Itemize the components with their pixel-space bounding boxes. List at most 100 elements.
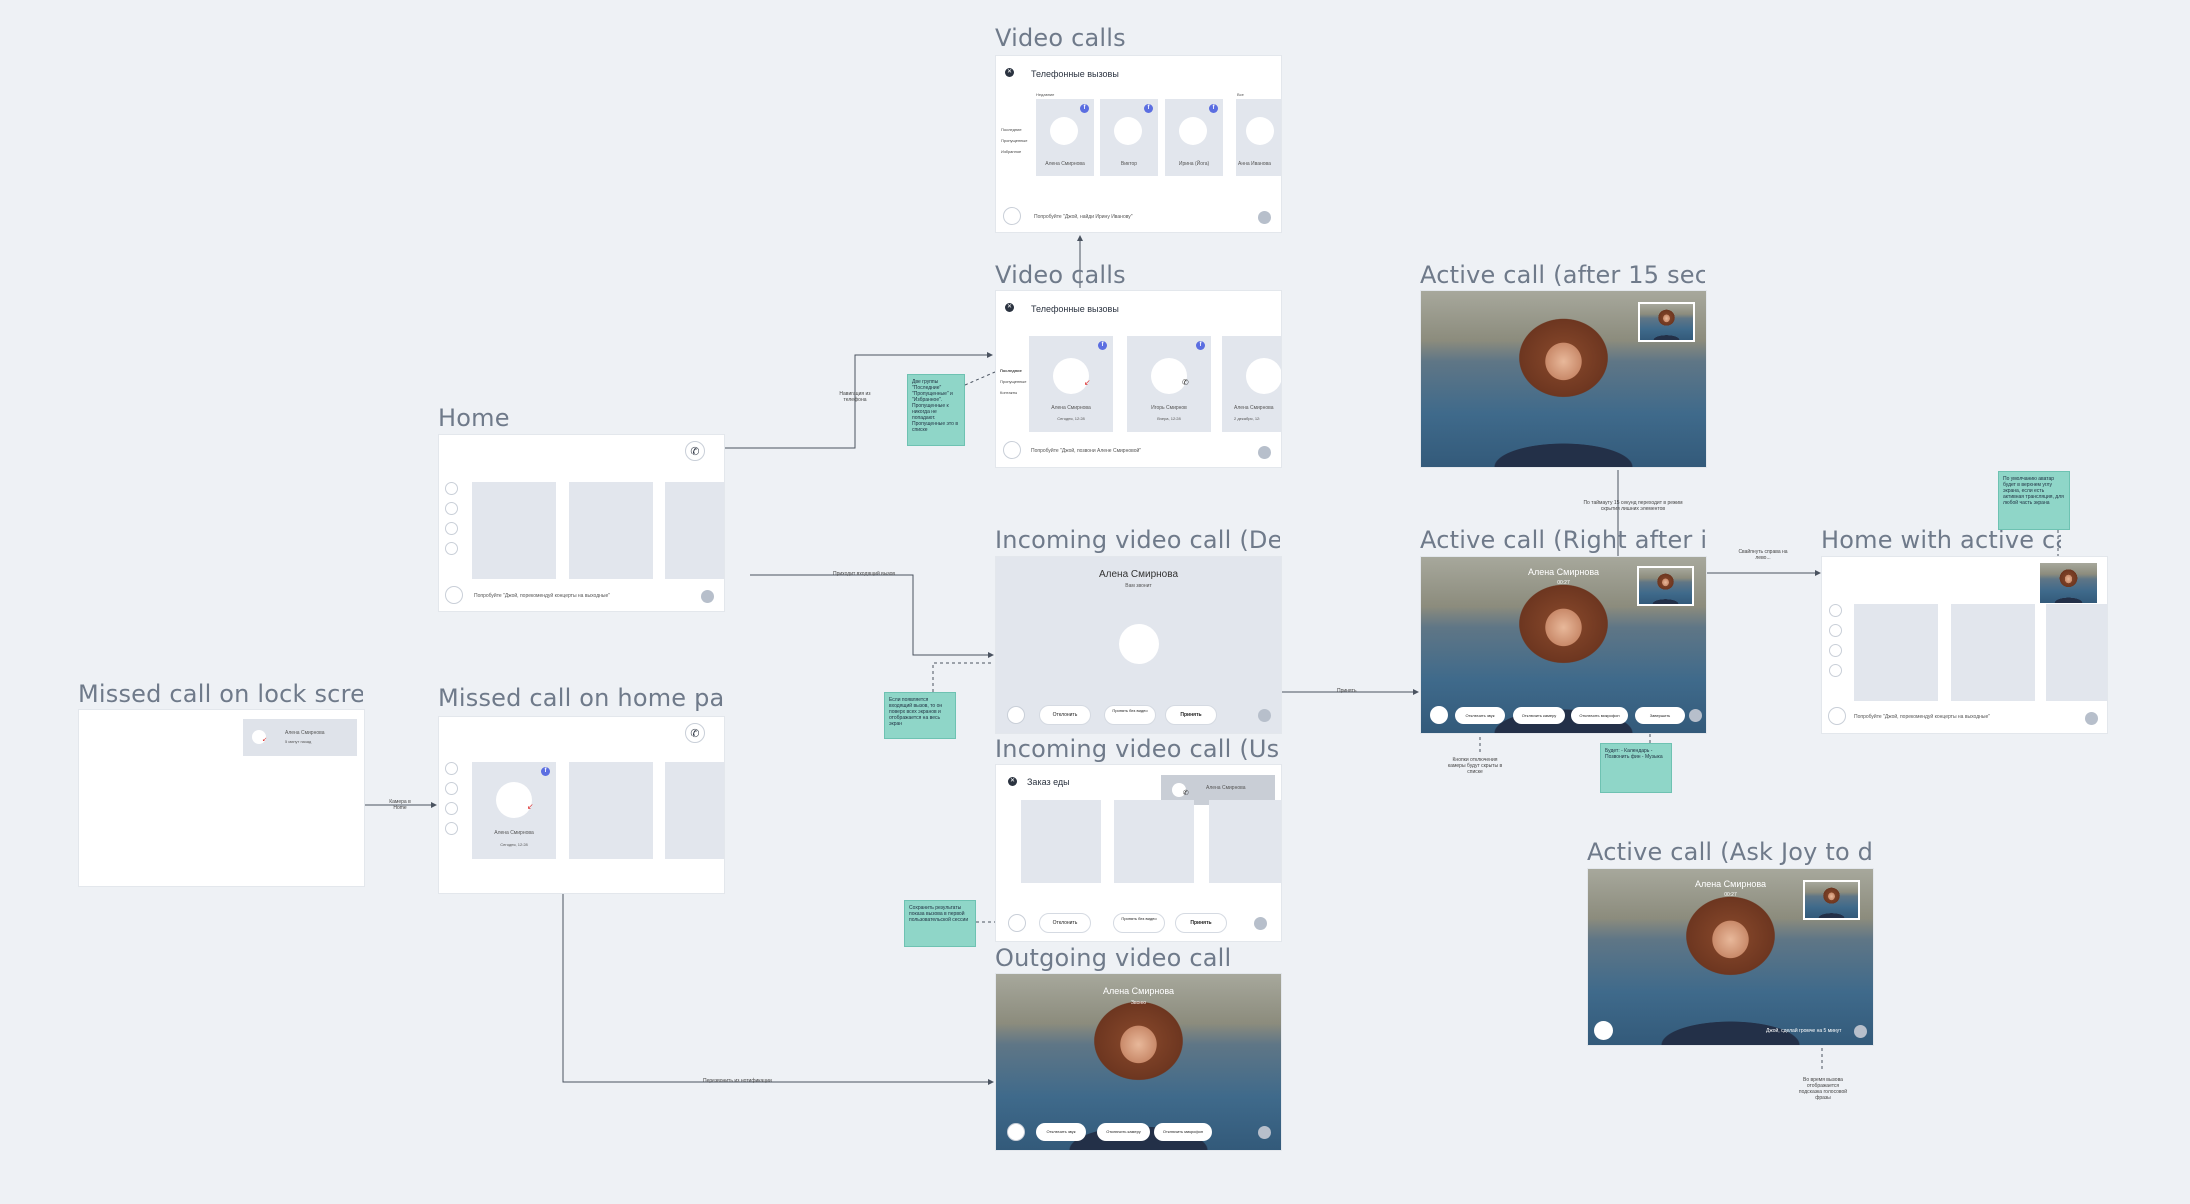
side-item[interactable]: Контакты bbox=[1000, 387, 1026, 398]
missed-call-notification[interactable]: ↙ Алена Смирнова 5 минут назад bbox=[243, 719, 357, 756]
content-tile[interactable] bbox=[1854, 604, 1938, 701]
recent-call-card[interactable]: Алена Смирнова 2 декабря, 12: bbox=[1222, 336, 1281, 432]
content-tile[interactable] bbox=[2046, 604, 2107, 701]
mic-icon[interactable] bbox=[1828, 707, 1846, 725]
side-dot[interactable] bbox=[1829, 604, 1842, 617]
side-dot[interactable] bbox=[445, 762, 458, 775]
edge-label-home-to-calls: Навигация из телефона bbox=[839, 391, 871, 403]
accept-button[interactable]: Принять bbox=[1175, 913, 1227, 933]
user-avatar[interactable] bbox=[701, 590, 714, 603]
user-avatar[interactable] bbox=[1258, 1126, 1271, 1139]
side-dot[interactable] bbox=[1829, 624, 1842, 637]
side-item[interactable]: Пропущенные bbox=[1000, 376, 1026, 387]
close-icon[interactable]: ✕ bbox=[1008, 777, 1017, 786]
user-avatar[interactable] bbox=[1854, 1025, 1867, 1038]
mic-icon[interactable] bbox=[1594, 1021, 1613, 1040]
voice-hint: Попробуйте "Джой, позвони Алене Смирново… bbox=[1031, 448, 1142, 454]
call-time: Вчера, 12:28 bbox=[1157, 416, 1181, 421]
mic-icon[interactable] bbox=[1007, 1123, 1025, 1141]
missed-home-frame: ✆ f ↙ Алена Смирнова Сегодня, 12:28 bbox=[438, 716, 725, 894]
side-dot[interactable] bbox=[445, 482, 458, 495]
missed-call-icon: ↙ bbox=[262, 737, 268, 743]
user-avatar[interactable] bbox=[1258, 709, 1271, 722]
side-dot[interactable] bbox=[445, 522, 458, 535]
mute-button[interactable]: Отключить звук bbox=[1455, 707, 1505, 724]
mic-off-button[interactable]: Отключить микрофон bbox=[1154, 1123, 1212, 1141]
edge-label-joy-below: Во время вызова отображается подсказка г… bbox=[1798, 1077, 1848, 1101]
phone-icon[interactable]: ✆ bbox=[685, 723, 705, 743]
mic-icon[interactable] bbox=[445, 586, 463, 604]
note-link-2 bbox=[932, 662, 993, 692]
close-icon[interactable]: ✕ bbox=[1005, 68, 1014, 77]
caller-name: Алена Смирнова bbox=[285, 730, 325, 736]
side-item[interactable]: Пропущенные bbox=[1001, 135, 1027, 146]
accept-button[interactable]: Принять bbox=[1165, 705, 1217, 725]
phone-icon[interactable]: ✆ bbox=[685, 441, 705, 461]
side-dot[interactable] bbox=[445, 502, 458, 515]
content-tile[interactable] bbox=[665, 762, 724, 859]
contact-card[interactable]: f Виктор bbox=[1100, 99, 1158, 176]
user-avatar[interactable] bbox=[1258, 446, 1271, 459]
user-avatar[interactable] bbox=[2085, 712, 2098, 725]
decline-button[interactable]: Отклонить bbox=[1039, 913, 1091, 933]
mic-icon[interactable] bbox=[1003, 441, 1021, 459]
content-tile[interactable] bbox=[569, 482, 653, 579]
content-tile[interactable] bbox=[1951, 604, 2035, 701]
user-avatar[interactable] bbox=[1258, 211, 1271, 224]
missed-call-card[interactable]: f ↙ Алена Смирнова Сегодня, 12:28 bbox=[472, 762, 556, 859]
content-tile[interactable] bbox=[1209, 800, 1281, 883]
self-view-pip[interactable] bbox=[1638, 302, 1695, 342]
decline-button[interactable]: Отклонить bbox=[1039, 705, 1091, 725]
camera-off-button[interactable]: Отключить камеру bbox=[1097, 1123, 1150, 1141]
content-tile[interactable] bbox=[472, 482, 556, 579]
side-dot[interactable] bbox=[445, 802, 458, 815]
self-view-pip[interactable] bbox=[1637, 566, 1694, 606]
side-item[interactable]: Последние bbox=[1000, 365, 1026, 376]
active-call-pip[interactable] bbox=[2040, 563, 2097, 603]
facebook-icon: f bbox=[1080, 104, 1089, 113]
frame-title-active-right: Active call (Right after ini bbox=[1420, 526, 1705, 554]
side-item[interactable]: Избранное bbox=[1001, 146, 1027, 157]
content-tile[interactable] bbox=[569, 762, 653, 859]
contact-card[interactable]: f Алена Смирнова bbox=[1036, 99, 1094, 176]
end-call-button[interactable]: Завершить bbox=[1635, 707, 1685, 724]
accept-audio-button[interactable]: Принять без видео bbox=[1104, 705, 1156, 725]
mic-icon[interactable] bbox=[1003, 207, 1021, 225]
mic-icon[interactable] bbox=[1430, 706, 1448, 724]
self-view-pip[interactable] bbox=[1803, 880, 1860, 920]
close-icon[interactable]: ✕ bbox=[1005, 303, 1014, 312]
caller-name: Алена Смирнова bbox=[1098, 569, 1179, 580]
mute-button[interactable]: Отключить звук bbox=[1036, 1123, 1086, 1141]
accept-audio-button[interactable]: Принять без видео bbox=[1113, 913, 1165, 933]
side-dot[interactable] bbox=[445, 822, 458, 835]
active-joy-frame: Алена Смирнова 00:27 Джой, сделай громче… bbox=[1587, 868, 1874, 1046]
side-dot[interactable] bbox=[1829, 664, 1842, 677]
avatar bbox=[1053, 358, 1089, 394]
content-tile[interactable] bbox=[665, 482, 724, 579]
frame-title-missed-home: Missed call on home page bbox=[438, 684, 723, 712]
mic-icon[interactable] bbox=[1007, 706, 1025, 724]
side-item[interactable]: Последние bbox=[1001, 124, 1027, 135]
side-dot[interactable] bbox=[445, 542, 458, 555]
video-calls-top-frame: ✕ Телефонные вызовы Недавние Все Последн… bbox=[995, 55, 1282, 233]
call-status: Звоню bbox=[1131, 1000, 1146, 1006]
phone-icon: ✆ bbox=[1182, 378, 1189, 387]
contact-card[interactable]: Анна Иванова bbox=[1236, 99, 1281, 176]
content-tile[interactable] bbox=[1021, 800, 1101, 883]
incoming-device-frame: Алена Смирнова Вам звонит Отклонить Прин… bbox=[995, 556, 1282, 734]
user-avatar[interactable] bbox=[1689, 709, 1702, 722]
recent-call-card[interactable]: f ↙ Алена Смирнова Сегодня, 12:28 bbox=[1029, 336, 1113, 432]
missed-time: 5 минут назад bbox=[285, 739, 312, 744]
side-dot[interactable] bbox=[1829, 644, 1842, 657]
side-dot[interactable] bbox=[445, 782, 458, 795]
facebook-icon: f bbox=[1144, 104, 1153, 113]
mic-icon[interactable] bbox=[1008, 914, 1026, 932]
content-tile[interactable] bbox=[1114, 800, 1194, 883]
camera-off-button[interactable]: Отключить камеру bbox=[1513, 707, 1565, 724]
user-avatar[interactable] bbox=[1254, 917, 1267, 930]
contact-name: Виктор bbox=[1120, 161, 1138, 167]
mic-off-button[interactable]: Отключить микрофон bbox=[1571, 707, 1628, 724]
frame-title-active-15: Active call (after 15 seco bbox=[1420, 261, 1705, 289]
contact-card[interactable]: f Ирина (Йога) bbox=[1165, 99, 1223, 176]
recent-call-card[interactable]: f ✆ Игорь Смирнов Вчера, 12:28 bbox=[1127, 336, 1211, 432]
